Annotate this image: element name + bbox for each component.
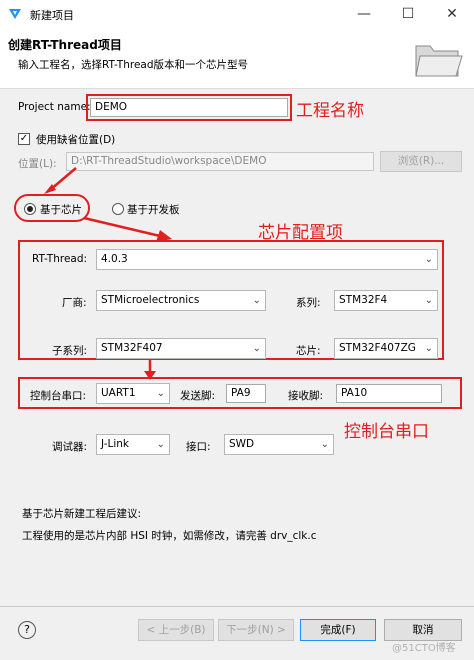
interface-select[interactable]: SWD ⌄ (224, 434, 334, 455)
annotation-project-name: 工程名称 (296, 101, 364, 121)
project-name-label: Project name: (18, 101, 91, 113)
debugger-select[interactable]: J-Link ⌄ (96, 434, 170, 455)
use-default-location-label: 使用缺省位置(D) (36, 134, 116, 146)
vendor-label: 厂商: (62, 297, 87, 309)
interface-value: SWD (229, 438, 255, 450)
tx-pin-label: 发送脚: (180, 390, 216, 402)
folder-icon (415, 45, 463, 77)
console-port-select[interactable]: UART1 ⌄ (96, 383, 170, 404)
subseries-value: STM32F407 (101, 342, 163, 354)
chevron-down-icon: ⌄ (424, 295, 433, 306)
chevron-down-icon: ⌄ (252, 343, 261, 354)
wizard-title: 创建RT-Thread项目 (8, 38, 122, 52)
chip-select[interactable]: STM32F407ZG ⌄ (334, 338, 438, 359)
close-button[interactable]: ✕ (430, 0, 474, 28)
advice-title: 基于芯片新建工程后建议: (22, 508, 142, 520)
use-default-location-checkbox[interactable]: ✓ (18, 133, 30, 145)
annotation-arrow-1 (44, 167, 77, 194)
project-name-highlight (86, 94, 292, 121)
help-icon[interactable]: ? (18, 621, 36, 639)
series-value: STM32F4 (339, 294, 388, 306)
chip-value: STM32F407ZG (339, 342, 416, 354)
chip-mode-highlight (14, 194, 90, 222)
chevron-down-icon: ⌄ (320, 439, 329, 450)
rtthread-version-select[interactable]: 4.0.3 ⌄ (96, 249, 438, 270)
interface-label: 接口: (186, 441, 211, 453)
rx-pin-input[interactable]: PA10 (336, 384, 442, 403)
vendor-select[interactable]: STMicroelectronics ⌄ (96, 290, 266, 311)
watermark: @51CTO博客 (392, 643, 456, 654)
debugger-label: 调试器: (52, 441, 88, 453)
tx-pin-input[interactable]: PA9 (226, 384, 266, 403)
subseries-label: 子系列: (52, 345, 88, 357)
chevron-down-icon: ⌄ (424, 343, 433, 354)
window-title: 新建项目 (30, 9, 74, 22)
chevron-down-icon: ⌄ (424, 254, 433, 265)
chevron-down-icon: ⌄ (252, 295, 261, 306)
chevron-down-icon: ⌄ (156, 439, 165, 450)
browse-button[interactable]: 浏览(R)... (380, 151, 462, 172)
subseries-select[interactable]: STM32F407 ⌄ (96, 338, 266, 359)
maximize-button[interactable]: ☐ (386, 0, 430, 28)
back-button[interactable]: < 上一步(B) (138, 619, 214, 641)
rx-pin-label: 接收脚: (288, 390, 324, 402)
finish-button[interactable]: 完成(F) (300, 619, 376, 641)
console-port-value: UART1 (101, 387, 136, 399)
rtthread-label: RT-Thread: (32, 253, 88, 265)
chevron-down-icon: ⌄ (156, 388, 165, 399)
advice-text: 工程使用的是芯片内部 HSI 时钟，如需修改，请完善 drv_clk.c (22, 530, 317, 542)
annotation-console-port: 控制台串口 (344, 422, 429, 442)
location-input[interactable]: D:\RT-ThreadStudio\workspace\DEMO (66, 152, 374, 171)
minimize-button[interactable]: — (342, 0, 386, 28)
vendor-value: STMicroelectronics (101, 294, 200, 306)
footer-divider (0, 606, 474, 607)
console-port-label: 控制台串口: (30, 390, 87, 402)
next-button[interactable]: 下一步(N) > (218, 619, 294, 641)
rtthread-version-value: 4.0.3 (101, 253, 128, 265)
app-logo-icon (9, 9, 21, 19)
series-label: 系列: (296, 297, 321, 309)
chip-label: 芯片: (296, 345, 321, 357)
debugger-value: J-Link (101, 438, 130, 450)
series-select[interactable]: STM32F4 ⌄ (334, 290, 438, 311)
wizard-description: 输入工程名，选择RT-Thread版本和一个芯片型号 (18, 59, 249, 71)
cancel-button[interactable]: 取消 (384, 619, 462, 641)
